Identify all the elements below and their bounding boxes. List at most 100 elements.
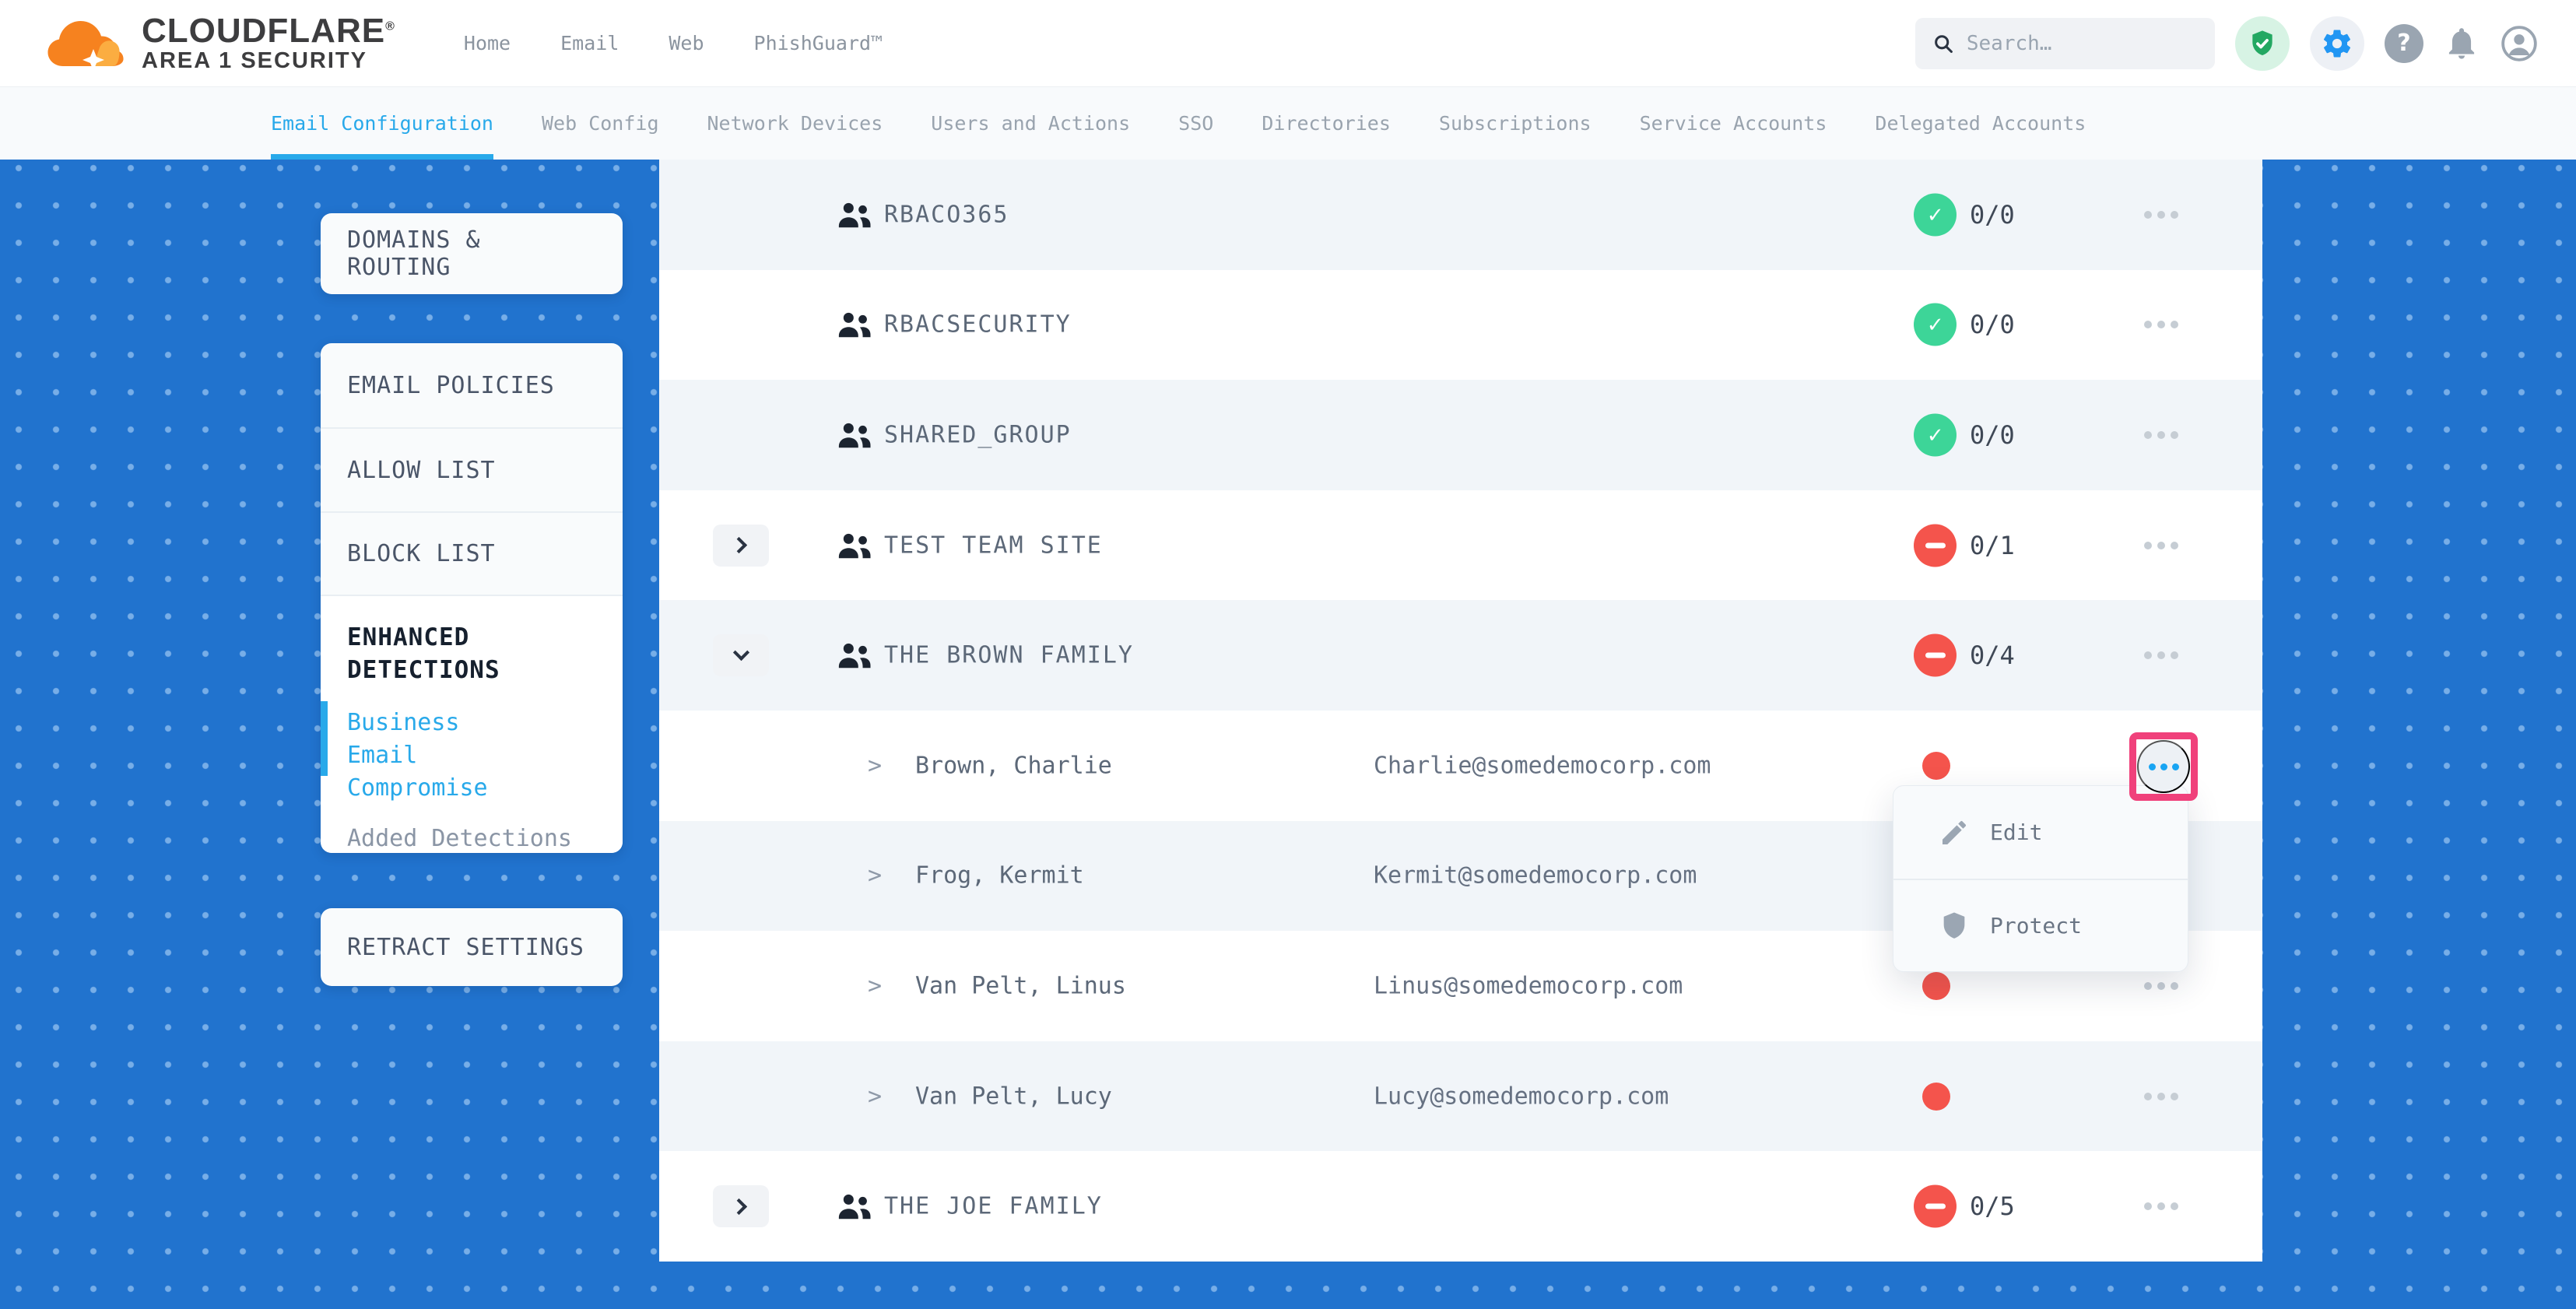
gear-icon: [2321, 27, 2353, 60]
sidebar-label: EMAIL POLICIES: [347, 372, 555, 399]
protection-count: 0/1: [1970, 531, 2015, 560]
group-icon: [837, 641, 872, 669]
status-protected-badge: [1914, 193, 1957, 236]
sidebar-label: ALLOW LIST: [347, 457, 496, 484]
notifications-button[interactable]: [2444, 26, 2479, 61]
menu-item-label: Edit: [1990, 819, 2042, 845]
tab-delegated-accounts[interactable]: Delegated Accounts: [1875, 87, 2086, 160]
chevron-right-icon: [731, 537, 747, 553]
status-protected-badge: [1914, 413, 1957, 456]
top-right-cluster: [1915, 16, 2539, 71]
brand-name: CLOUDFLARE®: [142, 13, 395, 49]
menu-item-label: Protect: [1990, 913, 2082, 939]
nav-web[interactable]: Web: [669, 32, 704, 54]
group-icon: [837, 311, 872, 339]
user-icon: [2500, 24, 2539, 63]
sidebar-label: DOMAINS & ROUTING: [347, 226, 596, 281]
pencil-icon: [1939, 817, 1970, 848]
table-row-group: RBACSECURITY 0/0: [659, 270, 2262, 381]
tab-network-devices[interactable]: Network Devices: [707, 87, 883, 160]
status-unprotected-badge: [1914, 1185, 1957, 1228]
enhanced-detections-title[interactable]: ENHANCED DETECTIONS: [347, 621, 534, 686]
status-unprotected-dot: [1922, 1083, 1950, 1111]
sidebar-label: BLOCK LIST: [347, 540, 496, 567]
expand-group-button[interactable]: [713, 525, 769, 567]
member-name: Van Pelt, Linus: [915, 972, 1126, 999]
nav-email[interactable]: Email: [560, 32, 619, 54]
search-box[interactable]: [1915, 18, 2215, 69]
tab-users-and-actions[interactable]: Users and Actions: [931, 87, 1130, 160]
search-icon: [1932, 31, 1954, 56]
primary-nav: Home Email Web PhishGuard™: [464, 32, 883, 54]
collapse-group-button[interactable]: [713, 634, 769, 676]
member-chevron-icon[interactable]: [868, 752, 882, 779]
group-name: SHARED_GROUP: [884, 421, 1072, 448]
security-status-button[interactable]: [2235, 16, 2290, 71]
sidebar-item-business-email-compromise[interactable]: Business Email Compromise: [347, 707, 542, 805]
member-chevron-icon[interactable]: [868, 1083, 882, 1110]
active-item-indicator: [321, 701, 328, 776]
tab-sso[interactable]: SSO: [1178, 87, 1213, 160]
nav-home[interactable]: Home: [464, 32, 511, 54]
status-unprotected-badge: [1914, 524, 1957, 567]
brand-text: CLOUDFLARE® AREA 1 SECURITY: [142, 13, 395, 73]
cloudflare-cloud-icon: [45, 18, 126, 69]
protection-count: 0/5: [1970, 1191, 2015, 1221]
row-actions-button-active[interactable]: [2137, 740, 2190, 793]
help-button[interactable]: [2385, 24, 2423, 63]
group-name: THE JOE FAMILY: [884, 1193, 1103, 1220]
account-button[interactable]: [2500, 24, 2539, 63]
tab-web-config[interactable]: Web Config: [542, 87, 659, 160]
sidebar-section-enhanced-detections[interactable]: ENHANCED DETECTIONS Business Email Compr…: [321, 596, 623, 853]
sidebar-label: RETRACT SETTINGS: [347, 934, 584, 961]
tab-subscriptions[interactable]: Subscriptions: [1439, 87, 1592, 160]
member-name: Frog, Kermit: [915, 862, 1084, 890]
group-name: THE BROWN FAMILY: [884, 642, 1134, 669]
table-row-member: Van Pelt, Lucy Lucy@somedemocorp.com: [659, 1041, 2262, 1152]
member-chevron-icon[interactable]: [868, 862, 882, 890]
table-row-group: SHARED_GROUP 0/0: [659, 380, 2262, 490]
row-actions-button[interactable]: [2130, 301, 2192, 348]
menu-item-protect[interactable]: Protect: [1893, 879, 2188, 971]
row-actions-button[interactable]: [2130, 632, 2192, 679]
settings-button[interactable]: [2310, 16, 2364, 71]
row-actions-button[interactable]: [2130, 412, 2192, 458]
sidebar-item-allow-list[interactable]: ALLOW LIST: [321, 429, 623, 513]
app-root: CLOUDFLARE® AREA 1 SECURITY Home Email W…: [0, 0, 2576, 1309]
nav-phishguard[interactable]: PhishGuard™: [754, 32, 883, 54]
tab-email-configuration[interactable]: Email Configuration: [271, 87, 493, 160]
group-icon: [837, 1192, 872, 1220]
group-name: RBACSECURITY: [884, 311, 1072, 339]
member-name: Brown, Charlie: [915, 752, 1112, 779]
expand-group-button[interactable]: [713, 1185, 769, 1227]
chevron-down-icon: [732, 644, 749, 661]
row-actions-button[interactable]: [2130, 191, 2192, 238]
protection-count: 0/0: [1970, 200, 2015, 230]
bell-icon: [2444, 26, 2479, 61]
sidebar-item-retract-settings[interactable]: RETRACT SETTINGS: [321, 908, 623, 986]
top-bar: CLOUDFLARE® AREA 1 SECURITY Home Email W…: [0, 0, 2576, 87]
secondary-nav: Email Configuration Web Config Network D…: [0, 87, 2576, 160]
table-row-group: THE BROWN FAMILY 0/4: [659, 600, 2262, 711]
tab-service-accounts[interactable]: Service Accounts: [1640, 87, 1827, 160]
member-chevron-icon[interactable]: [868, 972, 882, 999]
tab-directories[interactable]: Directories: [1262, 87, 1391, 160]
group-icon: [837, 532, 872, 560]
member-email: Charlie@somedemocorp.com: [1374, 752, 1711, 779]
row-actions-button[interactable]: [2130, 1073, 2192, 1120]
status-unprotected-dot: [1922, 752, 1950, 780]
cloudflare-logo: CLOUDFLARE® AREA 1 SECURITY: [45, 13, 395, 73]
sidebar-item-domains-routing[interactable]: DOMAINS & ROUTING: [321, 213, 623, 294]
group-icon: [837, 201, 872, 229]
brand-mark: ®: [385, 20, 395, 33]
member-email: Kermit@somedemocorp.com: [1374, 862, 1697, 890]
sidebar-item-block-list[interactable]: BLOCK LIST: [321, 513, 623, 596]
search-input[interactable]: [1967, 32, 2198, 55]
sidebar-item-email-policies[interactable]: EMAIL POLICIES: [321, 343, 623, 429]
table-row-group: TEST TEAM SITE 0/1: [659, 490, 2262, 601]
row-actions-button[interactable]: [2130, 1183, 2192, 1230]
status-protected-badge: [1914, 304, 1957, 346]
group-name: TEST TEAM SITE: [884, 532, 1103, 559]
sidebar-item-added-detections[interactable]: Added Detections: [347, 823, 596, 853]
row-actions-button[interactable]: [2130, 522, 2192, 569]
